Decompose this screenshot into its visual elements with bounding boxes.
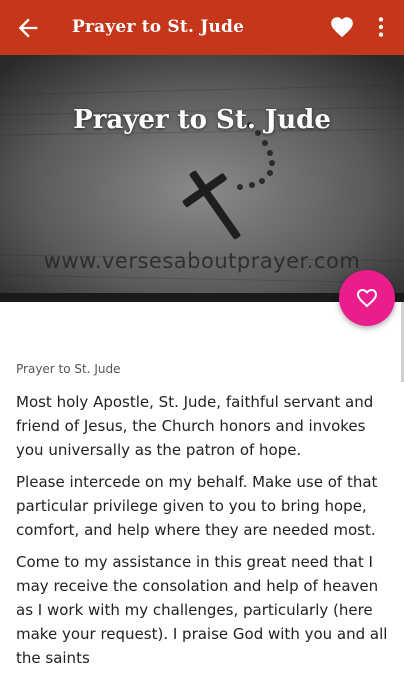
favorite-fab[interactable] [339, 270, 395, 326]
arrow-back-icon[interactable] [14, 14, 42, 42]
hero-image: Prayer to St. Jude www.versesaboutprayer… [0, 55, 404, 302]
prayer-subtitle: Prayer to St. Jude [16, 362, 121, 376]
prayer-paragraph: Most holy Apostle, St. Jude, faithful se… [16, 393, 374, 459]
heart-outline-icon [357, 289, 377, 308]
app-bar: Prayer to St. Jude [0, 0, 404, 55]
prayer-paragraph: Please intercede on my behalf. Make use … [16, 473, 378, 539]
more-vert-icon[interactable] [368, 14, 394, 40]
image-watermark: www.versesaboutprayer.com [43, 249, 361, 273]
hero-title: Prayer to St. Jude [73, 105, 331, 135]
prayer-content: Prayer to St. Jude Most holy Apostle, St… [16, 362, 390, 678]
app-bar-title: Prayer to St. Jude [72, 17, 245, 37]
prayer-paragraph: Come to my assistance in this great need… [16, 553, 388, 667]
heart-filled-icon[interactable] [329, 14, 355, 40]
